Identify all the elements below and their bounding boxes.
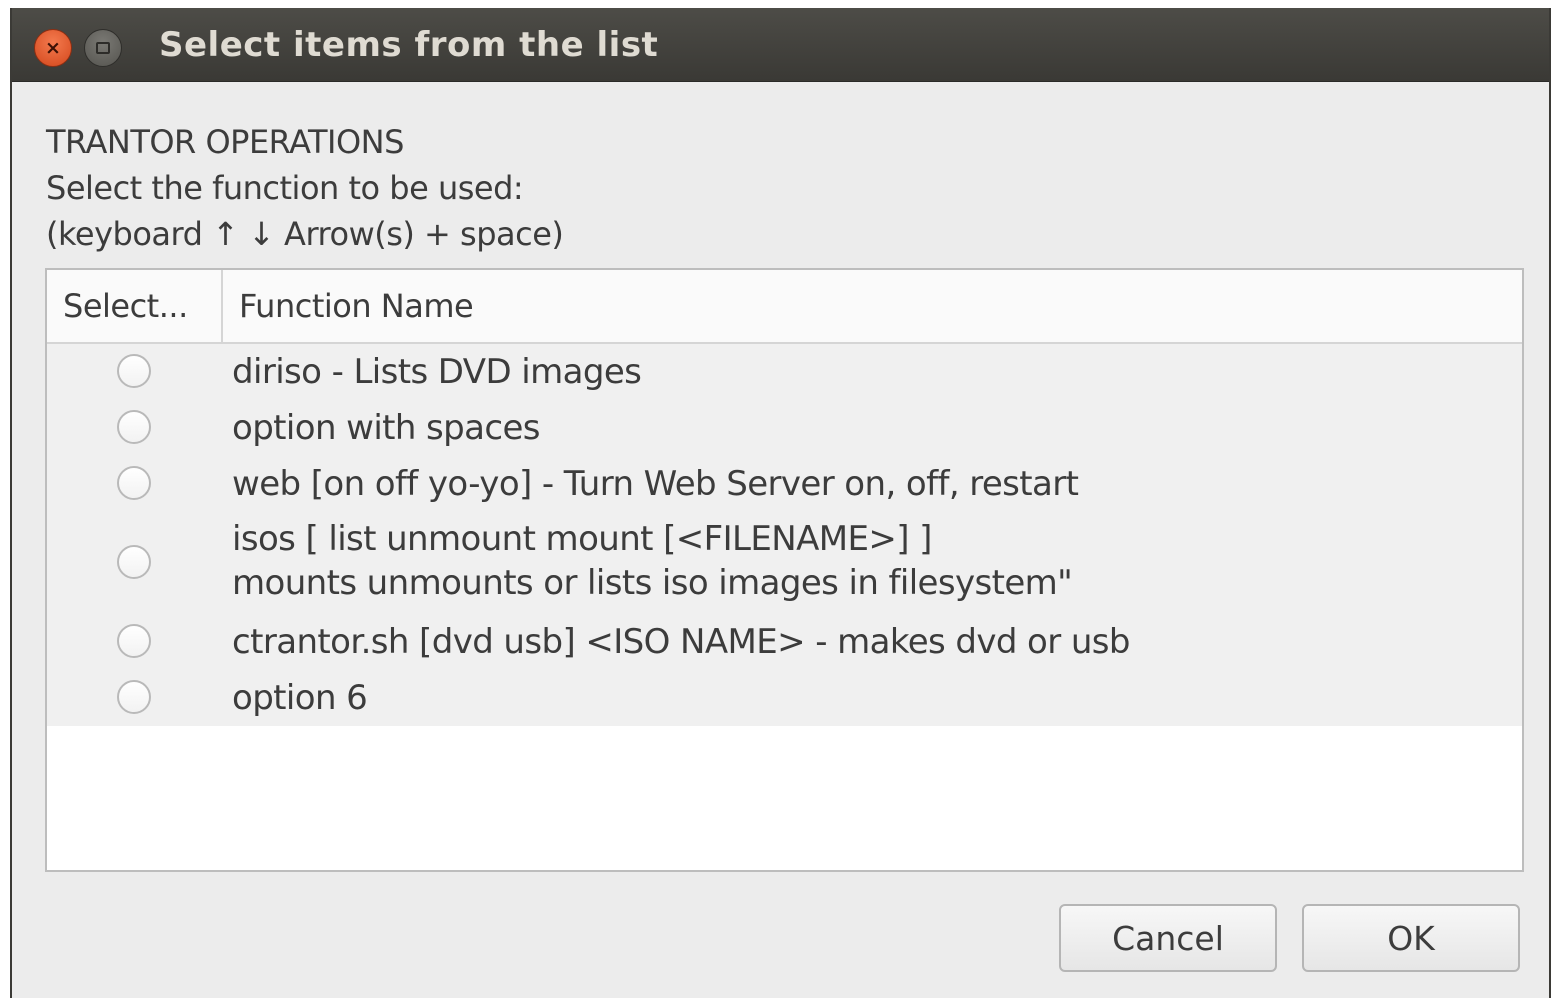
- radio-button-icon[interactable]: [117, 354, 151, 388]
- radio-button-icon[interactable]: [117, 680, 151, 714]
- maximize-icon: [96, 42, 110, 54]
- title-bar[interactable]: × Select items from the list: [12, 8, 1549, 82]
- list-item[interactable]: option 6: [47, 670, 1522, 726]
- close-button[interactable]: ×: [34, 29, 72, 67]
- function-list[interactable]: Select... Function Name diriso - Lists D…: [45, 268, 1524, 872]
- prompt-keyboard-hint: (keyboard ↑ ↓ Arrow(s) + space): [46, 215, 564, 253]
- close-icon: ×: [45, 37, 61, 59]
- cancel-button[interactable]: Cancel: [1059, 904, 1277, 972]
- list-item[interactable]: diriso - Lists DVD images: [47, 344, 1522, 400]
- list-item-label: isos [ list unmount mount [<FILENAME>] ]: [232, 519, 932, 559]
- list-item-label: ctrantor.sh [dvd usb] <ISO NAME> - makes…: [232, 622, 1130, 662]
- dialog-window: × Select items from the list TRANTOR OPE…: [10, 8, 1551, 998]
- radio-button-icon[interactable]: [117, 624, 151, 658]
- list-rows: diriso - Lists DVD images option with sp…: [47, 344, 1522, 726]
- window-title: Select items from the list: [159, 25, 659, 65]
- maximize-button[interactable]: [84, 29, 122, 67]
- list-item-label: option with spaces: [232, 408, 541, 448]
- list-item-description: mounts unmounts or lists iso images in f…: [232, 563, 1073, 603]
- column-header-select[interactable]: Select...: [47, 270, 223, 342]
- list-item-label: option 6: [232, 678, 368, 718]
- radio-button-icon[interactable]: [117, 410, 151, 444]
- list-item[interactable]: isos [ list unmount mount [<FILENAME>] ]…: [47, 512, 1522, 614]
- list-header: Select... Function Name: [47, 270, 1522, 344]
- prompt-heading: TRANTOR OPERATIONS: [46, 123, 404, 161]
- prompt-text: TRANTOR OPERATIONS Select the function t…: [46, 119, 564, 257]
- list-item[interactable]: option with spaces: [47, 400, 1522, 456]
- list-item[interactable]: web [on off yo-yo] - Turn Web Server on,…: [47, 456, 1522, 512]
- list-item-label: diriso - Lists DVD images: [232, 352, 642, 392]
- list-item-label: web [on off yo-yo] - Turn Web Server on,…: [232, 464, 1079, 504]
- radio-button-icon[interactable]: [117, 545, 151, 579]
- prompt-instruction: Select the function to be used:: [46, 169, 524, 207]
- column-header-function-name[interactable]: Function Name: [239, 270, 474, 342]
- radio-button-icon[interactable]: [117, 466, 151, 500]
- list-item[interactable]: ctrantor.sh [dvd usb] <ISO NAME> - makes…: [47, 614, 1522, 670]
- ok-button[interactable]: OK: [1302, 904, 1520, 972]
